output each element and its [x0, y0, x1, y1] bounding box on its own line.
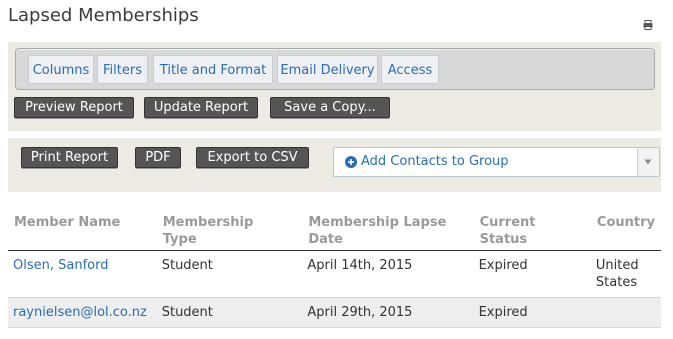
lapse-date-cell: April 29th, 2015 — [302, 297, 474, 328]
status-cell: Expired — [473, 250, 591, 298]
printer-icon[interactable] — [643, 20, 653, 30]
table-row: Olsen, Sanford Student April 14th, 2015 … — [8, 250, 661, 298]
column-header-membership-type[interactable]: Membership Type — [156, 208, 303, 251]
save-copy-button[interactable]: Save a Copy... — [270, 97, 390, 118]
report-table: Member Name Membership Type Membership La… — [8, 208, 661, 328]
membership-type-cell: Student — [156, 297, 303, 328]
plus-circle-icon — [345, 156, 357, 168]
preview-report-button[interactable]: Preview Report — [14, 97, 134, 118]
lapse-date-cell: April 14th, 2015 — [302, 250, 474, 298]
settings-tab-bar: Columns Filters Title and Format Email D… — [15, 48, 655, 90]
table-row: raynielsen@lol.co.nz Student April 29th,… — [8, 297, 661, 328]
tab-filters[interactable]: Filters — [97, 55, 148, 84]
report-settings-panel: Columns Filters Title and Format Email D… — [8, 42, 661, 131]
country-cell: United States — [590, 250, 661, 298]
column-header-current-status[interactable]: Current Status — [473, 208, 591, 251]
report-actions-panel: Print Report PDF Export to CSV Add Conta… — [8, 138, 661, 192]
add-contacts-label: Add Contacts to Group — [361, 154, 509, 169]
print-report-button[interactable]: Print Report — [21, 147, 118, 168]
tab-access[interactable]: Access — [381, 55, 439, 84]
member-name-link[interactable]: Olsen, Sanford — [13, 258, 108, 273]
column-header-lapse-date[interactable]: Membership Lapse Date — [302, 208, 474, 251]
membership-type-cell: Student — [156, 250, 303, 298]
update-report-button[interactable]: Update Report — [144, 97, 258, 118]
chevron-down-icon — [644, 159, 652, 165]
column-header-member-name[interactable]: Member Name — [8, 208, 157, 251]
tab-email-delivery[interactable]: Email Delivery — [277, 55, 378, 84]
country-cell — [590, 297, 661, 328]
status-cell: Expired — [473, 297, 591, 328]
export-csv-button[interactable]: Export to CSV — [196, 147, 309, 168]
table-header-row: Member Name Membership Type Membership La… — [8, 208, 661, 251]
add-contacts-to-group-select[interactable]: Add Contacts to Group — [333, 147, 660, 177]
tab-columns[interactable]: Columns — [28, 55, 94, 84]
column-header-country[interactable]: Country — [590, 208, 661, 251]
tab-title-and-format[interactable]: Title and Format — [153, 55, 273, 84]
dropdown-toggle[interactable] — [637, 148, 659, 176]
pdf-button[interactable]: PDF — [135, 147, 181, 168]
member-name-cell: raynielsen@lol.co.nz — [8, 297, 157, 328]
page-title: Lapsed Memberships — [8, 5, 199, 26]
member-name-link[interactable]: raynielsen@lol.co.nz — [13, 305, 147, 320]
member-name-cell: Olsen, Sanford — [8, 250, 157, 298]
